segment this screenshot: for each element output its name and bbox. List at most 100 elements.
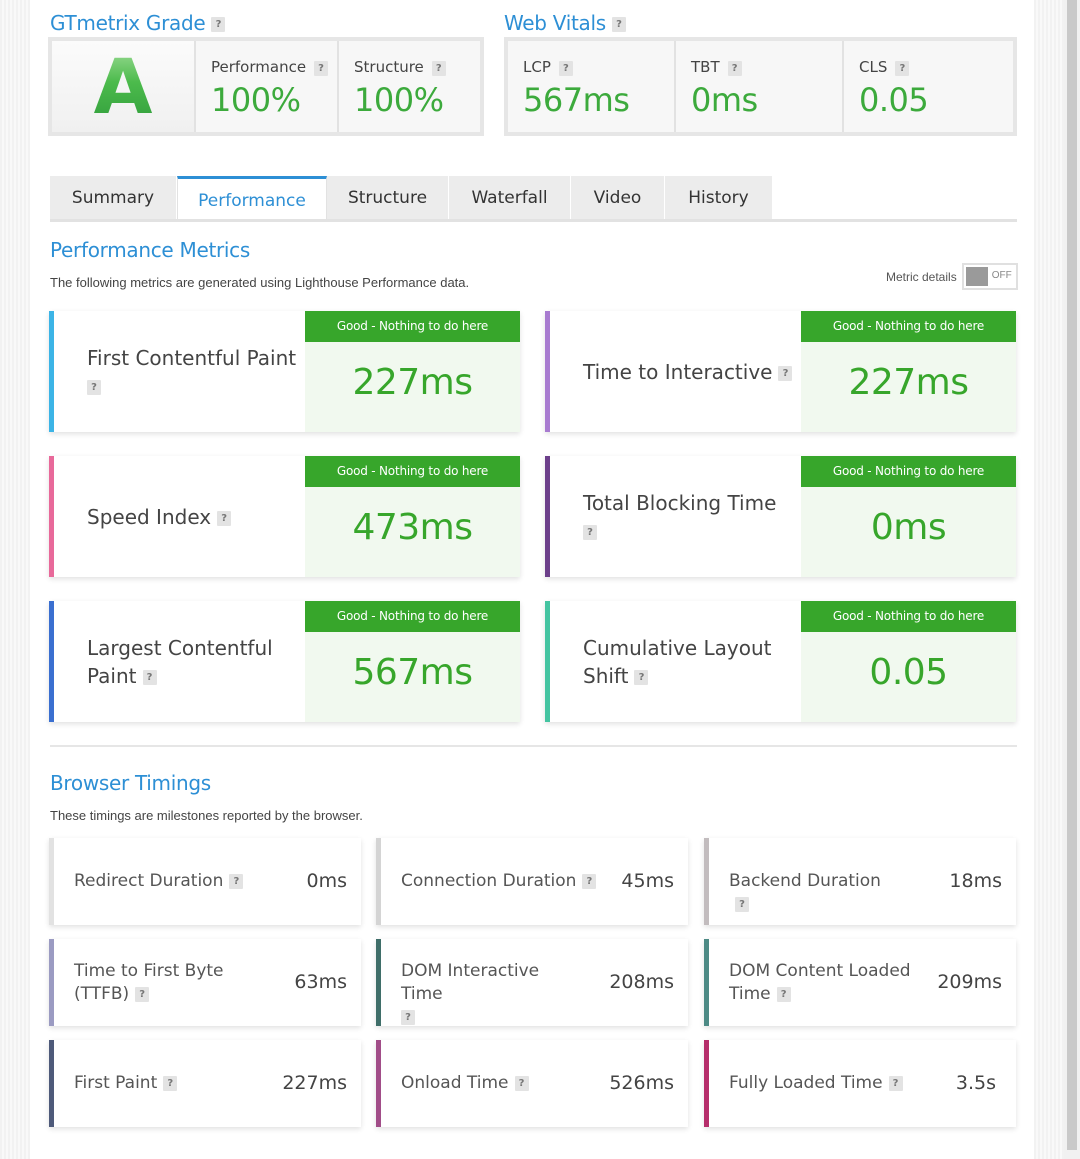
help-icon[interactable]: ?	[611, 17, 626, 32]
tab-video[interactable]: Video	[571, 176, 665, 220]
timing-name: Time to First Byte (TTFB)?	[74, 961, 224, 1004]
help-icon[interactable]: ?	[727, 61, 742, 76]
metric-card-largest-contentful-paint: Largest Contentful Paint? Good - Nothing…	[49, 601, 520, 722]
metric-name: Total Blocking Time?	[583, 491, 777, 540]
timing-name: Backend Duration?	[729, 871, 881, 912]
timing-card-onload-time: Onload Time? 526ms	[376, 1040, 688, 1127]
status-badge: Good - Nothing to do here	[801, 311, 1016, 342]
metric-value: 0ms	[870, 507, 947, 548]
metric-value: 227ms	[352, 362, 473, 403]
browser-timings-heading: Browser Timings	[50, 771, 211, 795]
timing-value: 3.5s	[955, 1072, 996, 1094]
help-icon[interactable]: ?	[634, 670, 649, 685]
timing-name: DOM Content Loaded Time?	[729, 961, 911, 1004]
metric-value: 473ms	[352, 507, 473, 548]
structure-score-value: 100%	[354, 81, 444, 119]
status-badge: Good - Nothing to do here	[801, 456, 1016, 487]
help-icon[interactable]: ?	[583, 525, 597, 540]
toggle-knob	[965, 267, 988, 286]
metric-name: Speed Index?	[87, 503, 297, 531]
metric-value-box: Good - Nothing to do here 567ms	[305, 601, 520, 722]
cls-value: 0.05	[859, 81, 929, 119]
help-icon[interactable]: ?	[888, 1075, 903, 1091]
status-badge: Good - Nothing to do here	[305, 456, 520, 487]
performance-score-cell: Performance? 100%	[196, 41, 339, 132]
help-icon[interactable]: ?	[401, 1009, 415, 1025]
tab-structure[interactable]: Structure	[327, 176, 449, 220]
web-vitals-heading: Web Vitals?	[504, 11, 626, 35]
toggle-state: OFF	[991, 270, 1012, 281]
structure-score-label: Structure	[354, 58, 424, 76]
metric-card-first-contentful-paint: First Contentful Paint? Good - Nothing t…	[49, 311, 520, 432]
metric-value: 0.05	[869, 652, 948, 693]
metric-details-toggle-group: Metric details OFF	[886, 263, 1018, 290]
tbt-cell: TBT? 0ms	[676, 41, 844, 132]
structure-score-cell: Structure? 100%	[339, 41, 480, 132]
timing-card-time-to-first-byte: Time to First Byte (TTFB)? 63ms	[49, 939, 361, 1026]
help-icon[interactable]: ?	[778, 366, 793, 381]
metric-value-box: Good - Nothing to do here 227ms	[305, 311, 520, 432]
help-icon[interactable]: ?	[314, 61, 329, 76]
tab-history[interactable]: History	[665, 176, 773, 220]
metric-value: 227ms	[848, 362, 969, 403]
tab-waterfall[interactable]: Waterfall	[449, 176, 571, 220]
timing-card-redirect-duration: Redirect Duration? 0ms	[49, 838, 361, 925]
performance-metrics-description: The following metrics are generated usin…	[50, 275, 470, 290]
help-icon[interactable]: ?	[217, 511, 232, 526]
cls-cell: CLS? 0.05	[844, 41, 1013, 132]
help-icon[interactable]: ?	[87, 380, 101, 395]
timing-value: 63ms	[294, 971, 347, 993]
lcp-label: LCP	[523, 58, 551, 76]
metric-card-time-to-interactive: Time to Interactive? Good - Nothing to d…	[545, 311, 1016, 432]
lcp-cell: LCP? 567ms	[508, 41, 676, 132]
help-icon[interactable]: ?	[142, 670, 157, 685]
gtmetrix-grade-box: A Performance? 100% Structure? 100%	[48, 37, 484, 136]
browser-timings-description: These timings are milestones reported by…	[50, 808, 363, 823]
grade-letter: A	[93, 42, 153, 131]
help-icon[interactable]: ?	[163, 1075, 178, 1091]
tab-summary[interactable]: Summary	[50, 176, 177, 220]
timing-name: Fully Loaded Time?	[729, 1072, 919, 1095]
help-icon[interactable]: ?	[135, 986, 150, 1002]
timing-value: 526ms	[609, 1072, 674, 1094]
metric-value-box: Good - Nothing to do here 473ms	[305, 456, 520, 577]
performance-score-label: Performance	[211, 58, 307, 76]
timing-value: 0ms	[306, 870, 348, 892]
help-icon[interactable]: ?	[582, 873, 597, 889]
grade-letter-cell: A	[52, 41, 196, 132]
help-icon[interactable]: ?	[558, 61, 573, 76]
section-divider	[50, 745, 1017, 747]
report-tabs: Summary Performance Structure Waterfall …	[50, 176, 773, 222]
scrollbar-thumb[interactable]	[1067, 0, 1077, 1150]
metric-value-box: Good - Nothing to do here 0ms	[801, 456, 1016, 577]
performance-metrics-heading: Performance Metrics	[50, 238, 250, 262]
metric-details-toggle[interactable]: OFF	[961, 263, 1018, 290]
help-icon[interactable]: ?	[735, 896, 749, 912]
cls-label: CLS	[859, 58, 888, 76]
timing-value: 208ms	[609, 971, 674, 993]
timing-name: First Paint?	[74, 1072, 244, 1095]
tab-underline	[50, 219, 1017, 222]
web-vitals-box: LCP? 567ms TBT? 0ms CLS? 0.05	[504, 37, 1017, 136]
gtmetrix-grade-heading: GTmetrix Grade?	[50, 11, 226, 35]
help-icon[interactable]: ?	[776, 986, 791, 1002]
timing-name: DOM Interactive Time?	[401, 961, 540, 1025]
help-icon[interactable]: ?	[211, 17, 226, 32]
tab-performance[interactable]: Performance	[177, 176, 327, 222]
timing-card-backend-duration: Backend Duration? 18ms	[704, 838, 1016, 925]
help-icon[interactable]: ?	[431, 61, 446, 76]
help-icon[interactable]: ?	[895, 61, 910, 76]
metric-value: 567ms	[352, 652, 473, 693]
tbt-value: 0ms	[691, 81, 758, 119]
timing-value: 209ms	[937, 971, 1002, 993]
help-icon[interactable]: ?	[229, 873, 244, 889]
timing-card-dom-interactive-time: DOM Interactive Time? 208ms	[376, 939, 688, 1026]
help-icon[interactable]: ?	[514, 1075, 529, 1091]
metric-name: Time to Interactive?	[583, 358, 793, 386]
metric-card-speed-index: Speed Index? Good - Nothing to do here 4…	[49, 456, 520, 577]
timing-value: 45ms	[621, 870, 674, 892]
page-background-left	[0, 0, 30, 1159]
metric-value-box: Good - Nothing to do here 0.05	[801, 601, 1016, 722]
timing-card-dom-content-loaded-time: DOM Content Loaded Time? 209ms	[704, 939, 1016, 1026]
timing-name: Connection Duration?	[401, 870, 601, 893]
